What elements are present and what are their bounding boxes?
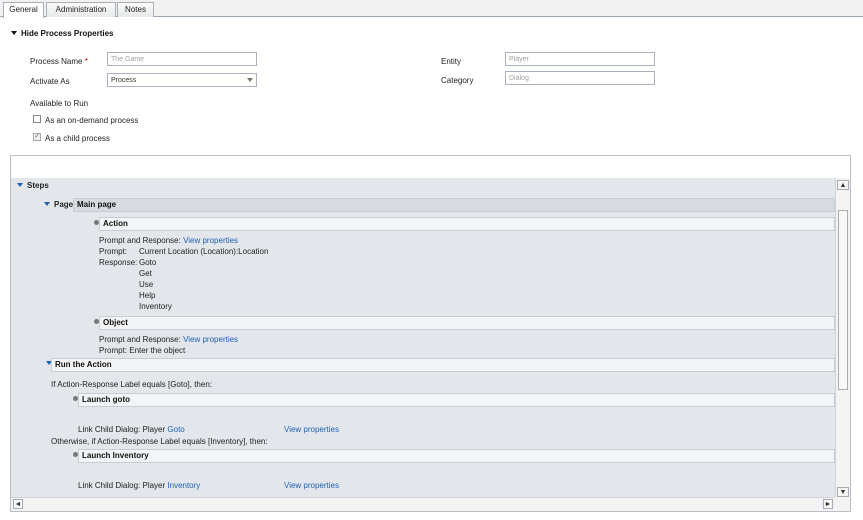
launch-inventory-bar[interactable]: Launch Inventory bbox=[78, 449, 835, 463]
launch-inventory-link-text: Link Child Dialog: Player Inventory bbox=[78, 481, 200, 490]
scroll-left-icon[interactable]: ◄ bbox=[13, 499, 23, 509]
activate-as-label: Activate As bbox=[30, 77, 70, 86]
tab-bar: General Administration Notes bbox=[0, 0, 863, 18]
action-step-bar[interactable]: Action bbox=[99, 217, 835, 231]
vertical-scrollbar[interactable]: ▲ ▼ bbox=[835, 178, 850, 499]
vertical-scroll-thumb[interactable] bbox=[838, 210, 848, 390]
inventory-dialog-link[interactable]: Inventory bbox=[167, 481, 200, 490]
collapse-arrow-icon bbox=[17, 183, 23, 187]
response-item: Use bbox=[139, 280, 154, 289]
required-marker: * bbox=[84, 57, 88, 66]
steps-header[interactable]: Steps bbox=[17, 181, 49, 190]
child-process-checkbox[interactable] bbox=[33, 131, 41, 141]
response-item: Help bbox=[139, 291, 156, 300]
action-prompt-value: Current Location (Location):Location bbox=[139, 247, 269, 256]
goto-dialog-link[interactable]: Goto bbox=[167, 425, 184, 434]
condition-goto: If Action-Response Label equals [Goto], … bbox=[51, 380, 212, 389]
collapse-arrow-icon bbox=[44, 202, 50, 206]
process-name-label: Process Name * bbox=[30, 57, 88, 66]
condition-inventory: Otherwise, if Action-Response Label equa… bbox=[51, 437, 268, 446]
launch-inventory-view-properties-link[interactable]: View properties bbox=[284, 481, 339, 490]
action-prompt-response: Prompt and Response: View properties bbox=[99, 236, 238, 245]
activate-as-value: Process bbox=[111, 77, 137, 84]
object-pr-label: Prompt and Response: bbox=[99, 335, 181, 344]
page-label[interactable]: Page: bbox=[44, 200, 76, 209]
object-step-bar[interactable]: Object bbox=[99, 316, 835, 330]
action-prompt-label: Prompt: bbox=[99, 247, 128, 256]
page-bar[interactable]: Main page bbox=[73, 198, 835, 212]
category-label: Category bbox=[441, 76, 474, 85]
launch-inventory-label: Link Child Dialog: Player bbox=[78, 481, 166, 490]
object-prompt-text: Prompt: Enter the object bbox=[99, 346, 186, 355]
scroll-right-icon[interactable]: ► bbox=[823, 499, 833, 509]
tab-general[interactable]: General bbox=[3, 2, 44, 18]
process-name-field[interactable]: The Game bbox=[107, 52, 257, 66]
launch-goto-bar[interactable]: Launch goto bbox=[78, 393, 835, 407]
steps-panel: Steps Page: Main page Action Prompt and … bbox=[10, 155, 851, 512]
horizontal-scrollbar[interactable]: ◄ ► bbox=[11, 497, 835, 511]
steps-header-label: Steps bbox=[27, 181, 49, 190]
entity-field[interactable]: Player bbox=[505, 52, 655, 66]
category-field[interactable]: Dialog bbox=[505, 71, 655, 85]
response-item: Goto bbox=[139, 258, 157, 267]
steps-canvas: Steps Page: Main page Action Prompt and … bbox=[11, 178, 835, 499]
toggle-label: Hide Process Properties bbox=[21, 29, 114, 38]
process-name-label-text: Process Name bbox=[30, 57, 83, 66]
launch-goto-link-text: Link Child Dialog: Player Goto bbox=[78, 425, 185, 434]
tab-administration[interactable]: Administration bbox=[46, 2, 116, 17]
run-action-bar[interactable]: Run the Action bbox=[51, 358, 835, 372]
activate-as-select[interactable]: Process bbox=[107, 73, 257, 87]
collapse-arrow-icon bbox=[11, 31, 17, 35]
object-view-properties-link[interactable]: View properties bbox=[183, 335, 238, 344]
chevron-down-icon bbox=[247, 78, 253, 82]
on-demand-checkbox[interactable] bbox=[33, 115, 41, 123]
entity-label: Entity bbox=[441, 57, 462, 66]
tab-notes[interactable]: Notes bbox=[117, 2, 154, 17]
scroll-up-icon[interactable]: ▲ bbox=[837, 180, 849, 190]
launch-goto-label: Link Child Dialog: Player bbox=[78, 425, 166, 434]
action-response-label: Response: bbox=[99, 258, 138, 267]
scroll-corner bbox=[835, 497, 850, 511]
response-item: Get bbox=[139, 269, 152, 278]
hide-process-properties-toggle[interactable]: Hide Process Properties bbox=[11, 29, 113, 38]
on-demand-label: As an on-demand process bbox=[45, 116, 139, 125]
child-process-label: As a child process bbox=[45, 134, 110, 143]
launch-goto-view-properties-link[interactable]: View properties bbox=[284, 425, 339, 434]
object-prompt-response: Prompt and Response: View properties bbox=[99, 335, 238, 344]
response-item: Inventory bbox=[139, 302, 172, 311]
action-pr-label: Prompt and Response: bbox=[99, 236, 181, 245]
action-view-properties-link[interactable]: View properties bbox=[183, 236, 238, 245]
available-to-run-label: Available to Run bbox=[30, 99, 89, 108]
scroll-down-icon[interactable]: ▼ bbox=[837, 487, 849, 497]
